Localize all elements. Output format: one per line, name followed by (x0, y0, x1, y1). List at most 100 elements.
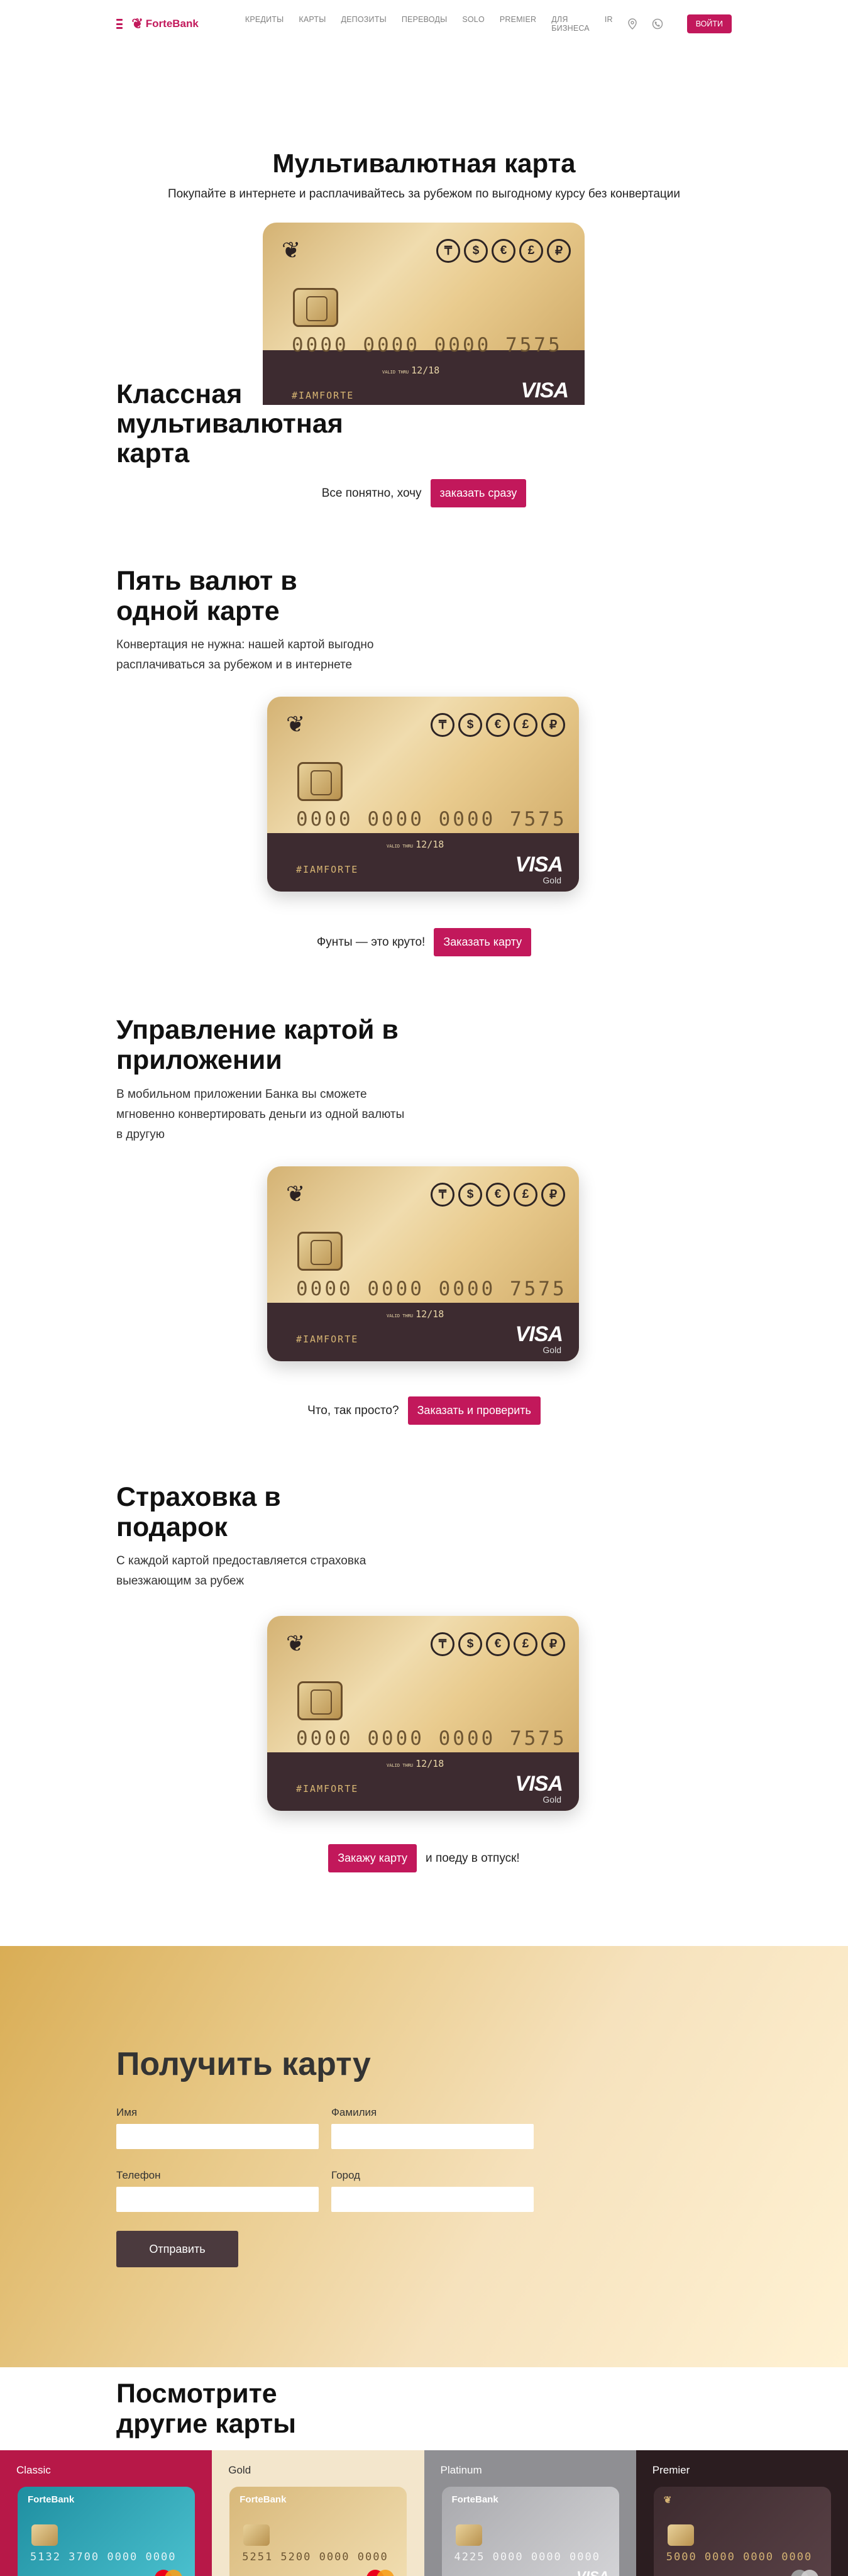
visa-logo: VISA (515, 853, 563, 876)
card-number: 0000 0000 0000 7575 (292, 334, 563, 357)
first-name-label: Имя (116, 2106, 138, 2118)
forte-logo-icon: ❦ (286, 711, 306, 737)
form-title: Получить карту (116, 2046, 371, 2082)
platinum-card-image: ForteBank 4225 0000 0000 0000 VISA (441, 2487, 619, 2576)
order-card-vacation-button[interactable]: Закажу карту (328, 1844, 417, 1872)
mini-card-number: 5000 0000 0000 0000 (666, 2551, 813, 2563)
other-cards-title: Посмотрите другие карты (116, 2379, 297, 2439)
euro-icon: € (486, 1183, 510, 1207)
hero-section: Мультивалютная карта Покупайте в интерне… (0, 48, 848, 514)
card-tile-classic[interactable]: Classic ForteBank 5132 3700 0000 0000 (0, 2450, 212, 2576)
other-cards-section: Посмотрите другие карты Classic ForteBan… (0, 2367, 848, 2576)
feature-title: Страховка в подарок (116, 1482, 281, 1542)
card-valid: VALID THRU 12/18 (387, 1308, 444, 1320)
visa-logo: VISA (520, 379, 569, 402)
euro-icon: € (492, 239, 515, 263)
euro-icon: € (486, 1632, 510, 1656)
mini-card-number: 5132 3700 0000 0000 (30, 2551, 177, 2563)
feature-card-image: ❦ ₸ $ € £ ₽ 0000 0000 0000 7575 VALID TH… (267, 1166, 579, 1361)
menu-item-ir[interactable]: IR (605, 15, 613, 33)
card-number: 0000 0000 0000 7575 (296, 1727, 567, 1750)
chip-icon (243, 2524, 270, 2546)
menu-icon[interactable] (116, 19, 123, 29)
mini-card-logo: ForteBank (451, 2494, 498, 2505)
card-tile-label: Classic (16, 2464, 51, 2476)
ruble-icon: ₽ (541, 1183, 565, 1207)
visa-logo: VISA (576, 2568, 608, 2576)
menu-item-solo[interactable]: SOLO (462, 15, 485, 33)
phone-icon[interactable] (652, 18, 663, 30)
menu-item-deposits[interactable]: ДЕПОЗИТЫ (341, 15, 386, 33)
feature-cta: Что, так просто? Заказать и проверить (0, 1396, 848, 1425)
feature-title: Пять валют в одной карте (116, 566, 297, 626)
card-tier: Gold (542, 1794, 561, 1805)
tenge-icon: ₸ (431, 713, 454, 737)
currency-icons: ₸ $ € £ ₽ (436, 239, 571, 263)
gold-card-image: ForteBank 5251 5200 0000 0000 (229, 2487, 407, 2576)
ruble-icon: ₽ (541, 713, 565, 737)
mastercard-logo (788, 2568, 821, 2576)
order-now-button[interactable]: заказать сразу (430, 479, 527, 507)
tenge-icon: ₸ (436, 239, 460, 263)
dollar-icon: $ (458, 713, 482, 737)
card-valid: VALID THRU 12/18 (387, 1758, 444, 1769)
last-name-input[interactable] (331, 2124, 534, 2149)
logo-text: ForteBank (145, 18, 199, 30)
hero-subtitle: Покупайте в интернете и расплачивайтесь … (167, 187, 681, 201)
city-field-group: Город (331, 2169, 534, 2212)
menu-item-premier[interactable]: PREMIER (500, 15, 536, 33)
top-nav: ❦ ForteBank КРЕДИТЫ КАРТЫ ДЕПОЗИТЫ ПЕРЕВ… (0, 0, 848, 48)
login-button[interactable]: ВОЙТИ (686, 14, 732, 33)
card-valid-date: 12/18 (411, 365, 440, 376)
card-tile-gold[interactable]: Gold ForteBank 5251 5200 0000 0000 (212, 2450, 424, 2576)
card-holder: #IAMFORTE (296, 1783, 359, 1794)
feature-text: С каждой картой предоставляется страховк… (116, 1554, 366, 1588)
ruble-icon: ₽ (541, 1632, 565, 1656)
feature-text: Конвертация не нужна: нашей картой выгод… (116, 638, 374, 672)
mastercard-logo (152, 2568, 185, 2576)
forte-logo-icon: ❦ (286, 1630, 306, 1656)
main-menu: КРЕДИТЫ КАРТЫ ДЕПОЗИТЫ ПЕРЕВОДЫ SOLO PRE… (245, 15, 613, 33)
card-tile-platinum[interactable]: Platinum ForteBank 4225 0000 0000 0000 V… (424, 2450, 636, 2576)
dollar-icon: $ (458, 1632, 482, 1656)
pound-icon: £ (519, 239, 543, 263)
menu-item-cards[interactable]: КАРТЫ (299, 15, 326, 33)
card-tier: Gold (542, 875, 561, 885)
feature-section-app: Управление картой в приложении В мобильн… (0, 983, 848, 1451)
menu-item-credits[interactable]: КРЕДИТЫ (245, 15, 284, 33)
pound-icon: £ (514, 1632, 537, 1656)
order-card-button[interactable]: Заказать карту (434, 928, 532, 956)
currency-icons: ₸ $ € £ ₽ (431, 1632, 565, 1656)
ruble-icon: ₽ (547, 239, 571, 263)
feature-card-image: ❦ ₸ $ € £ ₽ 0000 0000 0000 7575 VALID TH… (267, 1616, 579, 1811)
mini-card-number: 5251 5200 0000 0000 (242, 2551, 388, 2563)
menu-item-transfers[interactable]: ПЕРЕВОДЫ (402, 15, 448, 33)
hero-heading: Классная мультивалютная карта (116, 379, 343, 468)
mini-card-logo: ForteBank (240, 2494, 287, 2505)
euro-icon: € (486, 713, 510, 737)
nav-icons (627, 18, 663, 30)
card: ❦ ₸ $ € £ ₽ 0000 0000 0000 7575 VALID TH… (267, 1166, 579, 1361)
chip-icon (293, 288, 338, 327)
page-title: Мультивалютная карта (272, 148, 576, 178)
menu-item-business[interactable]: ДЛЯ БИЗНЕСА (551, 15, 590, 33)
card-tile-label: Gold (228, 2464, 251, 2476)
phone-input[interactable] (116, 2187, 319, 2212)
city-input[interactable] (331, 2187, 534, 2212)
card-tile-label: Premier (652, 2464, 690, 2476)
card-tile-label: Platinum (440, 2464, 482, 2476)
first-name-input[interactable] (116, 2124, 319, 2149)
forte-logo-icon: ❦ (286, 1181, 306, 1207)
order-and-check-button[interactable]: Заказать и проверить (407, 1396, 541, 1425)
card-number: 0000 0000 0000 7575 (296, 808, 567, 831)
cta-text: и поеду в отпуск! (426, 1851, 520, 1865)
card-valid-label: VALID THRU (387, 1313, 414, 1318)
submit-button[interactable]: Отправить (116, 2231, 238, 2267)
phone-label: Телефон (116, 2169, 161, 2181)
mastercard-logo (364, 2568, 397, 2576)
location-icon[interactable] (627, 18, 638, 30)
other-cards-strip: Classic ForteBank 5132 3700 0000 0000 Go… (0, 2450, 848, 2576)
logo[interactable]: ❦ ForteBank (131, 17, 199, 31)
card-valid-label: VALID THRU (382, 370, 409, 375)
card-tile-premier[interactable]: Premier ❦ 5000 0000 0000 0000 (636, 2450, 848, 2576)
